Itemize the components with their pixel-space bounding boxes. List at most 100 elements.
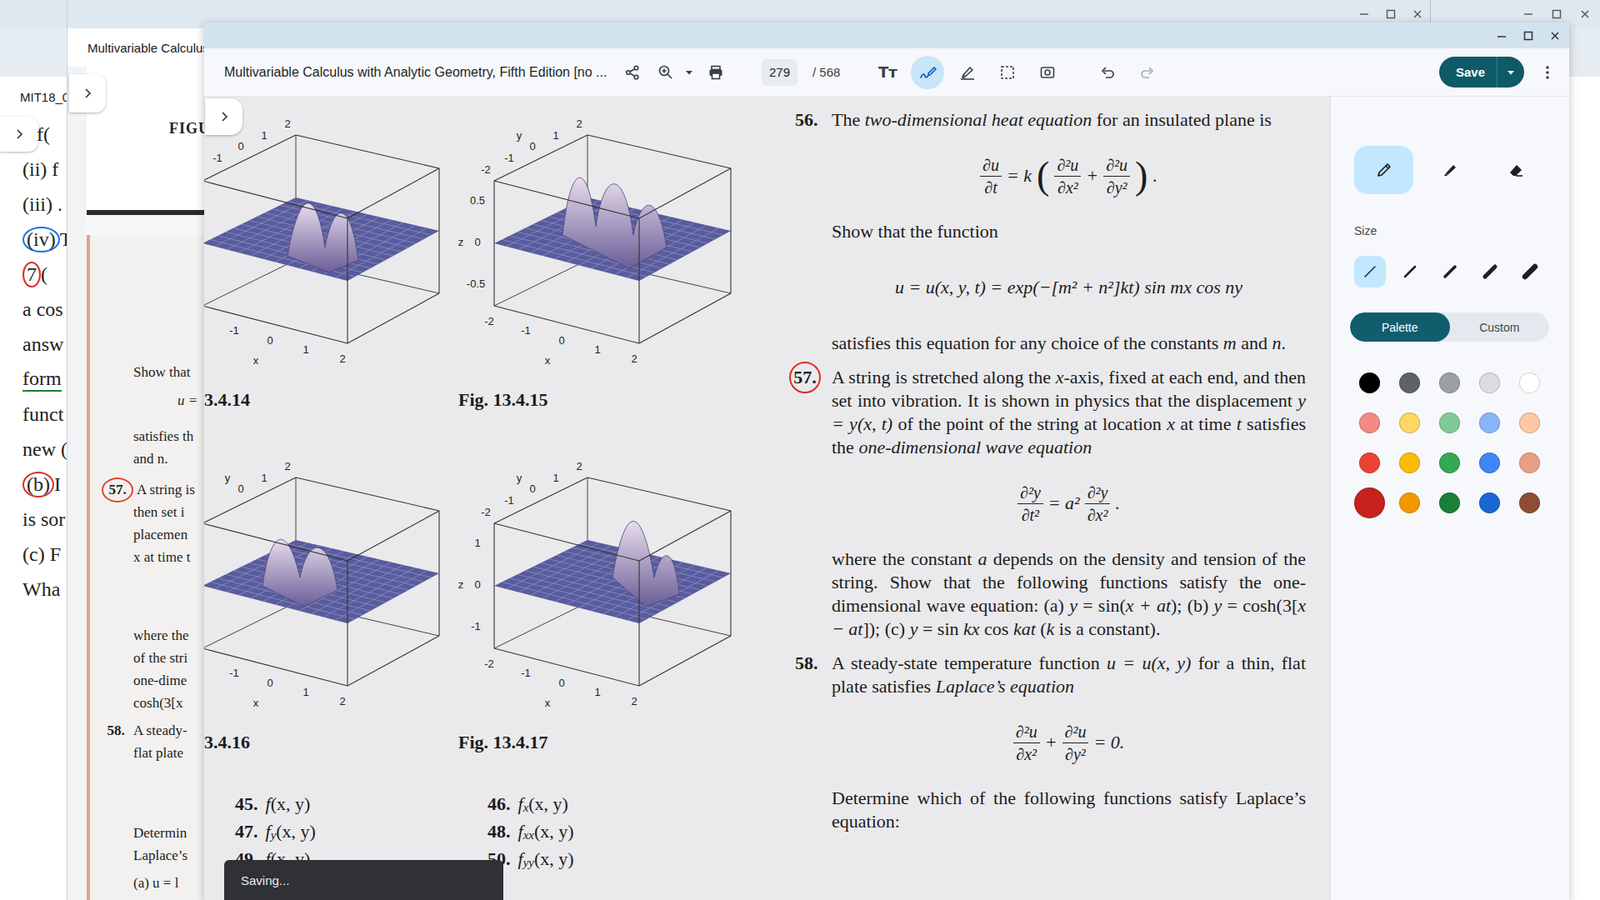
text-tool-button[interactable]: Tт — [870, 55, 905, 90]
color-swatch[interactable] — [1429, 482, 1470, 523]
save-button[interactable]: Save — [1439, 56, 1498, 88]
exercise-function: f — [518, 848, 524, 870]
save-button-group: Save — [1439, 56, 1525, 88]
color-swatch[interactable] — [1469, 482, 1510, 523]
equation-text: . — [1115, 492, 1120, 515]
fraction: ∂²u∂y² — [1062, 720, 1090, 765]
color-swatch[interactable] — [1389, 442, 1430, 483]
color-swatch[interactable] — [1389, 402, 1430, 443]
pen-tools — [1354, 145, 1553, 195]
highlighter-icon — [1440, 160, 1460, 180]
zoom-button[interactable] — [649, 55, 683, 90]
problem-body: A steady-state temperature function u = … — [831, 651, 1306, 834]
highlighter-button[interactable] — [1420, 145, 1480, 195]
more-button[interactable] — [1533, 55, 1562, 90]
sidebar-toggle[interactable] — [69, 74, 106, 113]
color-swatch[interactable] — [1469, 402, 1510, 443]
color-swatch[interactable] — [1389, 482, 1430, 523]
redo-button[interactable] — [1130, 55, 1165, 90]
capture-tool-button[interactable] — [1030, 55, 1065, 90]
print-button[interactable] — [699, 55, 733, 90]
line-text: is sor — [22, 508, 65, 531]
save-dropdown[interactable] — [1497, 56, 1525, 88]
line-text: and n. — [133, 450, 169, 468]
sidebar-toggle[interactable] — [0, 116, 39, 152]
fraction: ∂²u∂y² — [1103, 154, 1130, 199]
equation: ∂²u∂x²+∂²u∂y²= 0. — [831, 715, 1306, 770]
color-swatch[interactable] — [1349, 482, 1390, 523]
minimize-icon — [1358, 8, 1370, 20]
close-button[interactable] — [1541, 23, 1569, 49]
size-option[interactable] — [1474, 255, 1506, 288]
color-swatch[interactable] — [1509, 442, 1550, 483]
color-swatch[interactable] — [1469, 362, 1510, 403]
figure: -1012-1012x3.4.14 — [204, 101, 446, 411]
axis-label: 0 — [558, 334, 565, 347]
draw-tool-button[interactable] — [910, 55, 945, 90]
color-swatch[interactable] — [1429, 442, 1470, 483]
document-title: Multivariable Calculus with Analytic Geo… — [224, 65, 616, 80]
page-number-field[interactable]: 279 — [761, 59, 798, 86]
color-swatch[interactable] — [1509, 482, 1550, 523]
exercise: 45.f(x, y) — [235, 790, 488, 818]
zoom-dropdown[interactable] — [682, 55, 696, 90]
color-swatch[interactable] — [1349, 442, 1390, 483]
close-button[interactable] — [1571, 1, 1599, 27]
sidebar-toggle[interactable] — [205, 98, 243, 135]
pdf-viewer-window: Multivariable Calculus with Analytic Geo… — [204, 22, 1570, 900]
problem-number-column: 57. — [795, 365, 832, 641]
color-swatch[interactable] — [1349, 362, 1390, 403]
line-text: u = — [177, 392, 198, 410]
axis-label: -1 — [520, 324, 531, 337]
color-palette — [1349, 362, 1553, 523]
toolbar: Multivariable Calculus with Analytic Geo… — [204, 48, 1570, 97]
close-icon — [1549, 30, 1561, 42]
color-swatch[interactable] — [1389, 362, 1430, 403]
axis-label: -1 — [520, 666, 531, 680]
undo-button[interactable] — [1090, 55, 1125, 90]
page-total: / 568 — [812, 65, 840, 80]
equation: u = u(x, y, t) = exp(−[m² + n²]kt) sin m… — [831, 260, 1306, 315]
axis-label: 0 — [474, 578, 480, 591]
exercise: 50.fyy(x, y) — [487, 845, 740, 873]
size-option[interactable] — [1514, 255, 1546, 288]
color-swatch[interactable] — [1429, 362, 1470, 403]
size-option[interactable] — [1394, 255, 1426, 288]
size-option[interactable] — [1354, 255, 1386, 288]
highlight-tool-button[interactable] — [950, 55, 985, 90]
color-swatch[interactable] — [1349, 402, 1390, 443]
color-swatch[interactable] — [1509, 362, 1550, 403]
select-tool-button[interactable] — [990, 55, 1025, 90]
pen-button[interactable] — [1354, 145, 1414, 195]
line-text: A string is — [136, 481, 195, 499]
swatch-dot — [1399, 372, 1420, 394]
line-text: (iii) . — [22, 193, 63, 216]
size-option[interactable] — [1434, 255, 1466, 288]
swatch-dot — [1354, 487, 1385, 519]
redo-icon — [1139, 64, 1156, 81]
maximize-button[interactable] — [1515, 23, 1542, 49]
axis-label: -2 — [484, 657, 495, 670]
axis-label: 2 — [630, 352, 637, 365]
bracket: ( — [1036, 156, 1050, 195]
printer-icon — [707, 64, 725, 81]
line-text: satisfies th — [133, 428, 194, 445]
share-button[interactable] — [615, 55, 650, 90]
axis-label: x — [253, 354, 260, 367]
problem-number: 57. — [101, 477, 134, 503]
axis-label: 1 — [594, 685, 600, 699]
color-swatch[interactable] — [1469, 442, 1510, 483]
palette-mode[interactable]: Palette — [1350, 312, 1450, 342]
axis-label: 1 — [260, 471, 267, 485]
annotation: form — [22, 367, 62, 392]
color-swatch[interactable] — [1509, 402, 1550, 443]
figure: -2-1012y1z0-1-2-1012xFig. 13.4.17 — [454, 444, 738, 754]
axis-label: -0.5 — [466, 277, 485, 290]
color-swatch[interactable] — [1429, 402, 1470, 443]
eraser-button[interactable] — [1485, 145, 1545, 195]
caret-down-icon — [685, 68, 694, 77]
exercise: 48.fxx(x, y) — [487, 817, 740, 845]
palette-mode[interactable]: Custom — [1450, 312, 1550, 342]
line-text: (a) u = l — [133, 875, 179, 892]
minimize-button[interactable] — [1488, 23, 1515, 49]
